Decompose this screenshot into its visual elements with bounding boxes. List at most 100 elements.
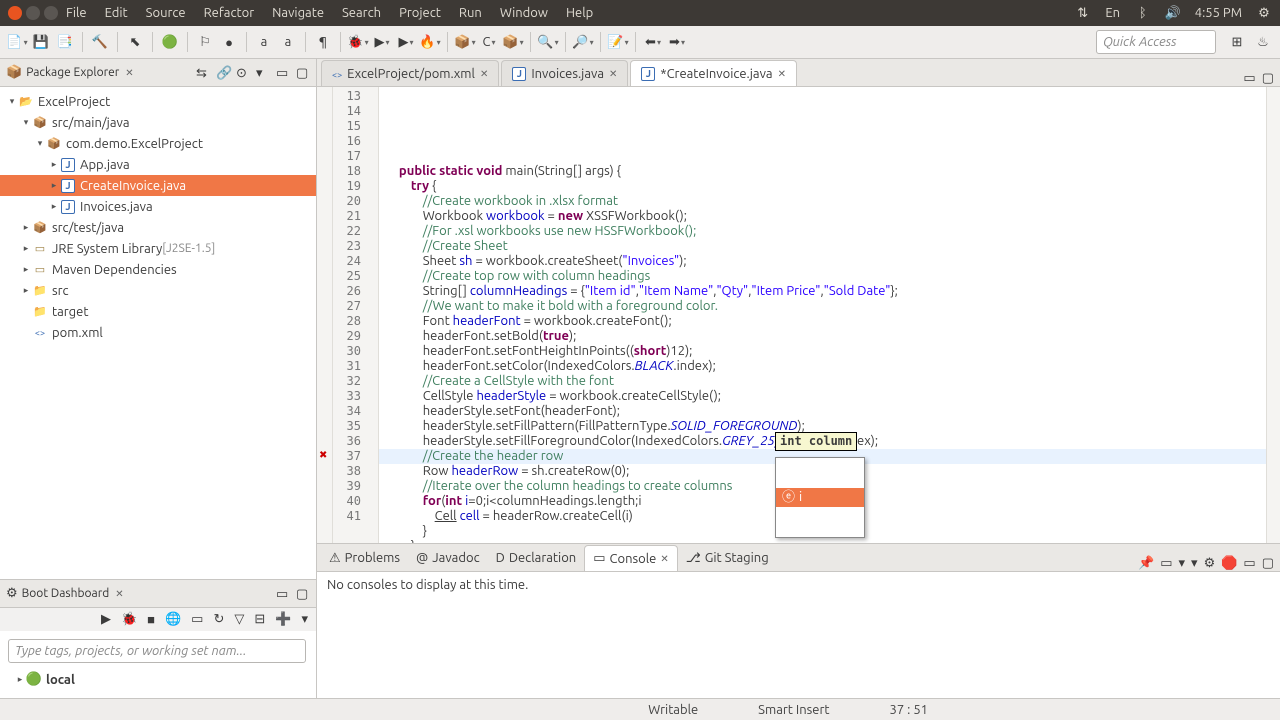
minimize-view-icon[interactable]: ▭ — [276, 66, 290, 80]
console-prefs-icon[interactable]: ⚙ — [1204, 556, 1216, 571]
menu-project[interactable]: Project — [399, 6, 441, 20]
tree-item[interactable]: target — [0, 301, 316, 322]
boot-filter-icon[interactable]: ▽ — [234, 612, 244, 627]
boot-filter-input[interactable]: Type tags, projects, or working set nam.… — [8, 639, 306, 663]
show-whitespace-button[interactable]: ¶ — [312, 31, 334, 53]
autocomplete-item[interactable]: ⓔ i — [776, 488, 864, 507]
console-display-icon[interactable]: ▭ — [1160, 556, 1172, 571]
close-view-icon[interactable]: ✕ — [125, 67, 133, 79]
editor-maximize-icon[interactable]: ▢ — [1262, 71, 1274, 86]
tree-toggle-icon[interactable]: ▾ — [20, 117, 32, 128]
quick-access-input[interactable]: Quick Access — [1096, 30, 1216, 54]
save-all-button[interactable]: 📑 — [54, 31, 76, 53]
menu-window[interactable]: Window — [500, 6, 548, 20]
tree-item[interactable]: ▸CreateInvoice.java — [0, 175, 316, 196]
bottom-minimize-icon[interactable]: ▭ — [1243, 556, 1255, 571]
autocomplete-popup[interactable]: ⓔ i — [775, 457, 865, 538]
debug-button[interactable]: 🐞 — [347, 31, 369, 53]
tab-close-icon[interactable]: ✕ — [660, 553, 668, 565]
tree-toggle-icon[interactable]: ▸ — [20, 285, 32, 296]
tree-item[interactable]: ▸JRE System Library [J2SE-1.5] — [0, 238, 316, 259]
editor-tab[interactable]: ExcelProject/pom.xml✕ — [321, 60, 499, 86]
view-menu-icon[interactable]: ▾ — [256, 66, 270, 80]
skip-breakpoints-button[interactable]: ⚐ — [194, 31, 216, 53]
save-button[interactable]: 💾 — [30, 31, 52, 53]
volume-icon[interactable]: 🔊 — [1165, 5, 1181, 21]
close-icon[interactable] — [8, 6, 22, 20]
power-icon[interactable]: ⚙ — [1256, 5, 1272, 21]
tree-item[interactable]: ▾src/main/java — [0, 112, 316, 133]
boot-stop-icon[interactable]: ■ — [147, 612, 155, 627]
boot-collapse-icon[interactable]: ⊟ — [254, 612, 265, 627]
tab-close-icon[interactable]: ✕ — [480, 68, 488, 80]
maximize-view-icon[interactable]: ▢ — [296, 66, 310, 80]
open-type-button[interactable]: 🔍 — [537, 31, 559, 53]
close-boot-view-icon[interactable]: ✕ — [115, 588, 123, 600]
minimize-icon[interactable] — [26, 6, 40, 20]
new-package-button[interactable]: 📦 — [502, 31, 524, 53]
menu-source[interactable]: Source — [146, 6, 186, 20]
tree-item[interactable]: ▸src/test/java — [0, 217, 316, 238]
console-pin-icon[interactable]: 📌 — [1138, 556, 1154, 571]
boot-debug-icon[interactable]: 🐞 — [121, 612, 137, 627]
menu-refactor[interactable]: Refactor — [204, 6, 255, 20]
code-editor[interactable]: 13 14 15 16 17 18 19 20 21 22 23 24 25 2… — [317, 87, 1280, 543]
tree-toggle-icon[interactable]: ▸ — [20, 264, 32, 275]
tree-toggle-icon[interactable]: ▸ — [48, 159, 60, 170]
tree-toggle-icon[interactable]: ▸ — [20, 243, 32, 254]
maximize-icon[interactable] — [44, 6, 58, 20]
bottom-tab-javadoc[interactable]: @Javadoc — [408, 545, 488, 571]
menu-help[interactable]: Help — [566, 6, 593, 20]
run-last-button[interactable]: 🔥 — [419, 31, 441, 53]
console-open-icon[interactable]: ▾ — [1191, 556, 1198, 571]
pointer-icon[interactable]: ⬉ — [124, 31, 146, 53]
tasks-button[interactable]: 📝 — [607, 31, 629, 53]
editor-tab[interactable]: Invoices.java✕ — [501, 60, 628, 86]
menu-navigate[interactable]: Navigate — [272, 6, 324, 20]
menu-run[interactable]: Run — [459, 6, 482, 20]
boot-refresh-icon[interactable]: ↻ — [213, 612, 224, 627]
clock[interactable]: 4:55 PM — [1195, 6, 1242, 20]
language-indicator[interactable]: En — [1105, 5, 1121, 21]
tree-item[interactable]: ▸Maven Dependencies — [0, 259, 316, 280]
java-perspective-button[interactable]: ♨ — [1252, 31, 1274, 53]
boot-local-item[interactable]: ▸ 🟢 local — [8, 669, 308, 690]
new-java-button[interactable]: 📦 — [454, 31, 476, 53]
back-button[interactable]: ⬅ — [642, 31, 664, 53]
relaunch-button[interactable]: 🟢 — [159, 31, 181, 53]
console-stop-icon[interactable]: 🛑 — [1221, 556, 1237, 571]
search-button[interactable]: 🔎 — [572, 31, 594, 53]
tree-item[interactable]: ▸src — [0, 280, 316, 301]
new-button[interactable]: 📄 — [6, 31, 28, 53]
build-button[interactable]: 🔨 — [89, 31, 111, 53]
bottom-tab-console[interactable]: ▭Console ✕ — [584, 545, 678, 571]
bottom-maximize-icon[interactable]: ▢ — [1262, 556, 1274, 571]
collapse-all-icon[interactable]: ⇆ — [196, 66, 210, 80]
tree-item[interactable]: ▾ExcelProject — [0, 91, 316, 112]
annotation-prev-button[interactable]: a — [277, 31, 299, 53]
tree-item[interactable]: ▾com.demo.ExcelProject — [0, 133, 316, 154]
coverage-button[interactable]: ▶ — [395, 31, 417, 53]
tree-toggle-icon[interactable]: ▸ — [48, 201, 60, 212]
maximize-boot-icon[interactable]: ▢ — [296, 587, 310, 601]
boot-add-icon[interactable]: ➕ — [275, 612, 291, 627]
tree-toggle-icon[interactable]: ▸ — [20, 222, 32, 233]
bottom-tab-git-staging[interactable]: ⎇Git Staging — [678, 545, 777, 571]
run-button[interactable]: ▶ — [371, 31, 393, 53]
tree-toggle-icon[interactable]: ▸ — [48, 180, 60, 191]
package-explorer-tree[interactable]: ▾ExcelProject▾src/main/java▾com.demo.Exc… — [0, 87, 316, 579]
tab-close-icon[interactable]: ✕ — [778, 68, 786, 80]
new-class-button[interactable]: C — [478, 31, 500, 53]
boot-menu-icon[interactable]: ▾ — [301, 612, 308, 627]
menu-search[interactable]: Search — [342, 6, 381, 20]
tree-item[interactable]: ▸Invoices.java — [0, 196, 316, 217]
focus-icon[interactable]: ⊙ — [236, 66, 250, 80]
editor-minimize-icon[interactable]: ▭ — [1243, 71, 1255, 86]
link-editor-icon[interactable]: 🔗 — [216, 66, 230, 80]
toggle-breakpoint-button[interactable]: ● — [218, 31, 240, 53]
forward-button[interactable]: ➡ — [666, 31, 688, 53]
tree-item[interactable]: pom.xml — [0, 322, 316, 343]
code-area[interactable]: int column ⓔ i public static void main(S… — [379, 87, 1266, 543]
boot-console-icon[interactable]: ▭ — [191, 612, 203, 627]
bluetooth-icon[interactable]: ᛒ — [1135, 5, 1151, 21]
